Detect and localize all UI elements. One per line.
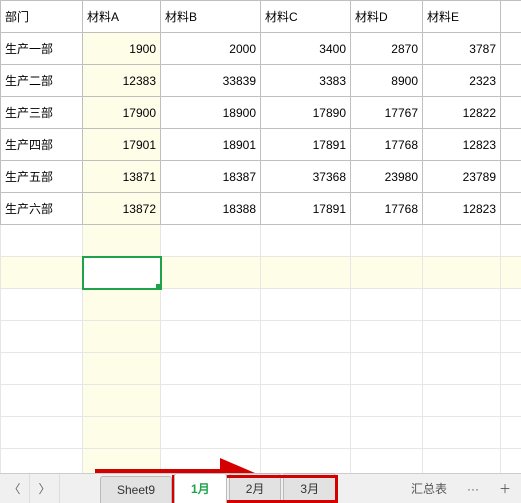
tab-month-2[interactable]: 2月 (229, 473, 282, 503)
empty-cell[interactable] (1, 257, 83, 289)
cell-a[interactable]: 13871 (83, 161, 161, 193)
cell-a[interactable]: 17900 (83, 97, 161, 129)
cell-a[interactable]: 13872 (83, 193, 161, 225)
more-sheets-button[interactable]: ··· (457, 476, 489, 502)
table-row: 生产二部 12383 33839 3383 8900 2323 (1, 65, 521, 97)
tab-month-1[interactable]: 1月 (174, 473, 227, 503)
cell-e[interactable]: 12822 (423, 97, 501, 129)
empty-cell[interactable] (423, 257, 501, 289)
empty-cell[interactable] (161, 257, 261, 289)
cell-e[interactable]: 2323 (423, 65, 501, 97)
cell-d[interactable]: 17768 (351, 193, 423, 225)
cell-dept[interactable]: 生产六部 (1, 193, 83, 225)
header-a[interactable]: 材料A (83, 1, 161, 33)
cell-c[interactable]: 17891 (261, 193, 351, 225)
tab-right-controls: 汇总表 ··· ＋ (401, 474, 521, 503)
cell-dept[interactable]: 生产一部 (1, 33, 83, 65)
cell-c[interactable]: 3400 (261, 33, 351, 65)
cell-a[interactable]: 12383 (83, 65, 161, 97)
cell-c[interactable]: 3383 (261, 65, 351, 97)
add-sheet-button[interactable]: ＋ (489, 474, 521, 503)
cell-dept[interactable]: 生产五部 (1, 161, 83, 193)
cell-e[interactable]: 12823 (423, 193, 501, 225)
tab-sheet9[interactable]: Sheet9 (100, 476, 172, 503)
empty-row (1, 225, 521, 257)
empty-cell[interactable] (261, 257, 351, 289)
table-row: 生产六部 13872 18388 17891 17768 12823 (1, 193, 521, 225)
cell-b[interactable]: 18388 (161, 193, 261, 225)
active-row (1, 257, 521, 289)
tab-summary[interactable]: 汇总表 (401, 474, 457, 503)
active-cell[interactable] (83, 257, 161, 289)
cell-d[interactable]: 23980 (351, 161, 423, 193)
cell-spacer (501, 129, 521, 161)
cell-c[interactable]: 17891 (261, 129, 351, 161)
empty-cell[interactable] (501, 257, 521, 289)
cell-c[interactable]: 37368 (261, 161, 351, 193)
cell-e[interactable]: 3787 (423, 33, 501, 65)
header-dept[interactable]: 部门 (1, 1, 83, 33)
empty-row (1, 385, 521, 417)
cell-d[interactable]: 8900 (351, 65, 423, 97)
cell-d[interactable]: 17768 (351, 129, 423, 161)
cell-b[interactable]: 18901 (161, 129, 261, 161)
prev-sheet-button[interactable]: 〈 (0, 474, 30, 503)
cell-b[interactable]: 18387 (161, 161, 261, 193)
header-c[interactable]: 材料C (261, 1, 351, 33)
empty-row (1, 289, 521, 321)
cell-spacer (501, 161, 521, 193)
cell-c[interactable]: 17890 (261, 97, 351, 129)
cell-spacer (501, 65, 521, 97)
table-row: 生产三部 17900 18900 17890 17767 12822 (1, 97, 521, 129)
table-row: 生产一部 1900 2000 3400 2870 3787 (1, 33, 521, 65)
cell-e[interactable]: 12823 (423, 129, 501, 161)
table-row: 生产五部 13871 18387 37368 23980 23789 (1, 161, 521, 193)
chevron-left-icon: 〈 (8, 480, 20, 497)
header-e[interactable]: 材料E (423, 1, 501, 33)
table-row: 生产四部 17901 18901 17891 17768 12823 (1, 129, 521, 161)
cell-a[interactable]: 1900 (83, 33, 161, 65)
cell-spacer (501, 97, 521, 129)
sheet-tab-bar: 〈 〉 Sheet9 1月 2月 3月 汇总表 ··· ＋ (0, 473, 521, 503)
cell-a[interactable]: 17901 (83, 129, 161, 161)
tab-month-3[interactable]: 3月 (283, 473, 336, 503)
chevron-right-icon: 〉 (38, 480, 50, 497)
header-b[interactable]: 材料B (161, 1, 261, 33)
cell-dept[interactable]: 生产三部 (1, 97, 83, 129)
cell-d[interactable]: 2870 (351, 33, 423, 65)
cell-b[interactable]: 33839 (161, 65, 261, 97)
spreadsheet-grid[interactable]: 部门 材料A 材料B 材料C 材料D 材料E 生产一部 1900 2000 34… (0, 0, 521, 481)
empty-cell[interactable] (351, 257, 423, 289)
cell-e[interactable]: 23789 (423, 161, 501, 193)
tab-strip: Sheet9 1月 2月 3月 (60, 474, 401, 503)
header-row: 部门 材料A 材料B 材料C 材料D 材料E (1, 1, 521, 33)
cell-dept[interactable]: 生产二部 (1, 65, 83, 97)
next-sheet-button[interactable]: 〉 (30, 474, 60, 503)
empty-row (1, 353, 521, 385)
cell-d[interactable]: 17767 (351, 97, 423, 129)
cell-spacer (501, 193, 521, 225)
empty-row (1, 321, 521, 353)
cell-b[interactable]: 2000 (161, 33, 261, 65)
cell-dept[interactable]: 生产四部 (1, 129, 83, 161)
cell-b[interactable]: 18900 (161, 97, 261, 129)
header-spacer (501, 1, 521, 33)
empty-row (1, 417, 521, 449)
cell-spacer (501, 33, 521, 65)
header-d[interactable]: 材料D (351, 1, 423, 33)
